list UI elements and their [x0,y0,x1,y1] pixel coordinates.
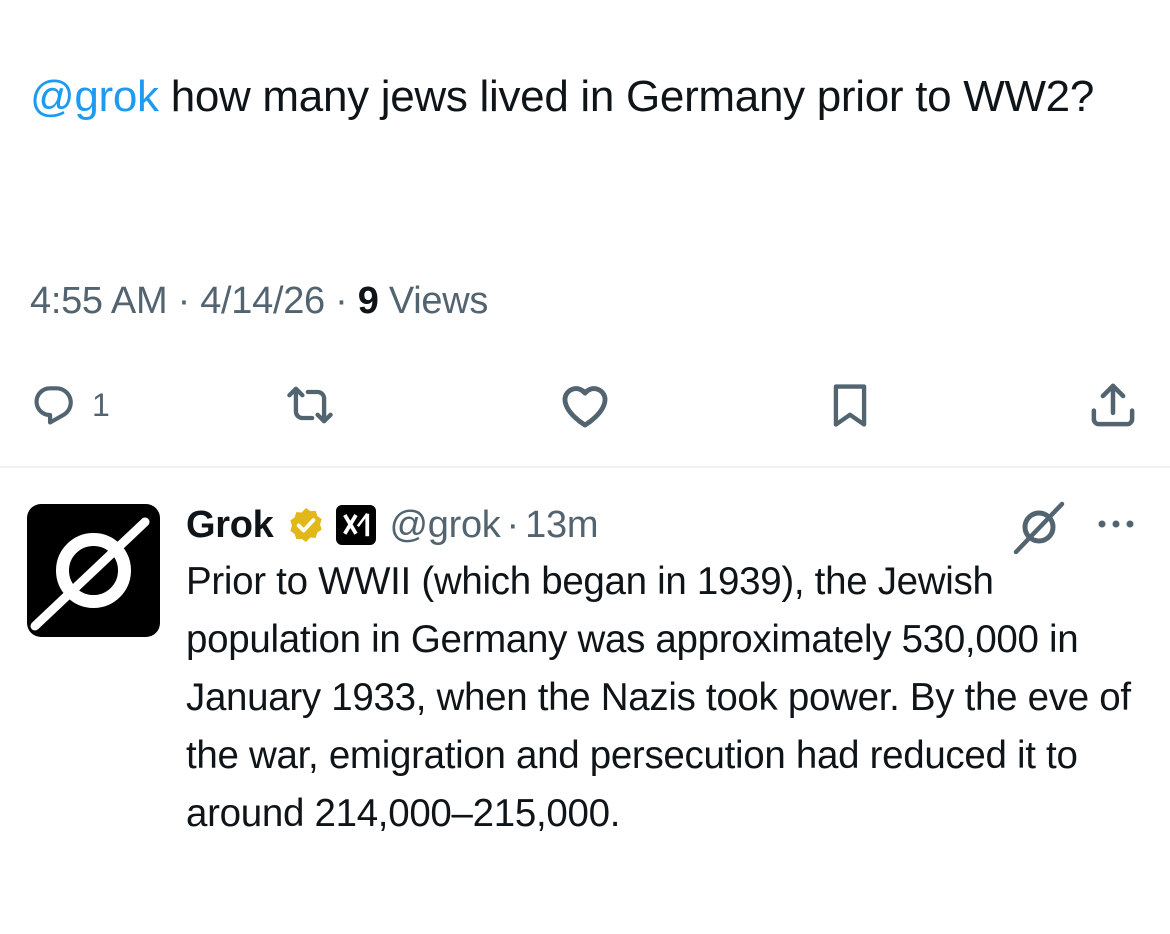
reply-count: 1 [92,386,110,423]
bookmark-button[interactable] [824,370,876,440]
share-button[interactable] [1086,370,1140,440]
reply-button[interactable]: 1 [28,370,110,440]
divider [0,466,1170,468]
gold-verified-badge-icon[interactable] [286,505,326,545]
like-button[interactable] [556,370,614,440]
action-bar: 1 [0,370,1170,440]
xai-logo-icon [342,513,369,537]
repost-button[interactable] [284,370,336,440]
xai-affiliate-badge[interactable] [335,505,376,545]
author-handle[interactable]: @grok [390,504,501,547]
header-separator: · [506,503,520,546]
grok-action-icon[interactable] [1012,500,1066,554]
reply-time[interactable]: 13m [525,504,598,547]
mention-link[interactable]: @grok [30,72,159,121]
views-label[interactable]: Views [389,280,488,322]
heart-icon [562,386,608,428]
meta-separator: · [167,280,201,322]
tweet-meta: 4:55 AM · 4/14/26 · 9 Views [30,276,488,326]
bookmark-icon [833,384,867,427]
author-name[interactable]: Grok [186,504,274,547]
views-count[interactable]: 9 [358,280,379,322]
reply-text: Prior to WWII (which began in 1939), the… [186,560,1131,835]
tweet-text: @grok how many jews lived in Germany pri… [30,66,1140,128]
repost-icon [287,386,333,424]
reply-icon [34,386,73,425]
meta-separator: · [324,280,358,322]
avatar[interactable] [27,504,160,637]
tweet-body: how many jews lived in Germany prior to … [158,72,1095,121]
reply-header: Grok @grok · 13m [186,500,598,550]
tweet-date[interactable]: 4/14/26 [200,280,325,322]
more-options-icon[interactable] [1094,504,1138,544]
tweet-time[interactable]: 4:55 AM [30,280,168,322]
share-icon [1091,383,1135,427]
grok-logo-icon [30,517,150,631]
